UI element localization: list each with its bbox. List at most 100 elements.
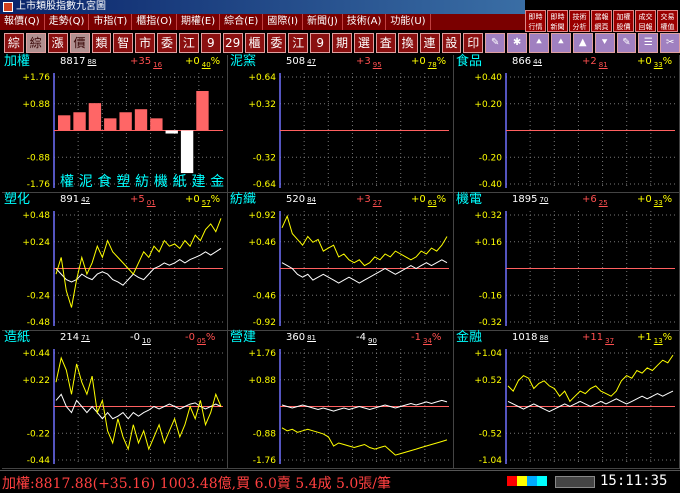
y-tick-label: +0.88 (22, 100, 50, 110)
menu-bar: 報價(Q) 走勢(Q) 市指(T) 櫃指(O) 期權(E) 綜合(E) 國際(I) 新聞(J)… (0, 14, 525, 30)
menu-item-2[interactable]: 市指(T) (89, 14, 133, 30)
toolbar-button-15[interactable]: 期 (332, 33, 352, 53)
toolbar-button-22[interactable]: ✎ (485, 33, 506, 53)
quick-button-5[interactable]: 成交回報 (635, 10, 656, 32)
toolbar-button-13[interactable]: 江 (288, 33, 309, 53)
menu-item-3[interactable]: 櫃指(O) (132, 14, 177, 30)
value-dec: 42 (81, 196, 91, 204)
quick-button-2[interactable]: 技術分析 (569, 10, 590, 32)
panel-name: 造紙 (4, 330, 31, 345)
pct-dec: 34 (422, 337, 432, 345)
series-white-line (281, 399, 448, 412)
toolbar-button-11[interactable]: 櫃 (244, 33, 265, 53)
panel-8[interactable]: 金融 1018 88 +11 37 +1 13% +1.04 +0.52 -0.52 -1.04 (454, 331, 680, 469)
change-dec: 81 (598, 61, 608, 69)
menu-item-7[interactable]: 新聞(J) (303, 14, 343, 30)
menu-item-4[interactable]: 期權(E) (177, 14, 221, 30)
toolbar-button-29[interactable]: ☰ (638, 33, 659, 53)
panel-chart: +1.04 +0.52 -0.52 -1.04 (474, 349, 675, 466)
toolbar-button-20[interactable]: 設 (441, 33, 462, 53)
series-white-line (507, 390, 674, 413)
value-int: 520 (286, 194, 306, 205)
panel-7[interactable]: 營建 360 81 -4 90 -1 34% +1.76 +0.88 -0.88 -1.76 (228, 331, 454, 469)
toolbar-button-2[interactable]: 漲 (47, 33, 68, 53)
value-int: 508 (286, 56, 306, 67)
value-dec: 88 (539, 334, 549, 342)
value-int: 891 (60, 194, 80, 205)
panel-value: 360 81 (286, 331, 316, 345)
menu-item-1[interactable]: 走勢(Q) (45, 14, 90, 30)
menu-item-8[interactable]: 技術(A) (343, 14, 387, 30)
toolbar-button-6[interactable]: 市 (135, 33, 156, 53)
status-bar: 加權:8817.88(+35.16) 1003.48億,買 6.0賣 5.4成 … (0, 470, 680, 493)
pct-sign: % (210, 56, 221, 67)
menu-item-9[interactable]: 功能(U) (386, 14, 431, 30)
toolbar-button-25[interactable]: ⯅ (550, 33, 571, 53)
toolbar-button-0[interactable]: 綜 (4, 33, 24, 53)
panel-value: 1895 70 (512, 193, 548, 207)
quick-button-3[interactable]: 當報網頁 (591, 10, 612, 32)
chart-grid: 加權 8817 88 +35 16 +0 40% +1.76 +0.88 -0.88 -1.76 權泥… (2, 55, 680, 470)
y-tick-label: -0.52 (479, 429, 502, 439)
quick-button-0[interactable]: 即時行情 (525, 10, 546, 32)
toolbar-button-19[interactable]: 連 (419, 33, 440, 53)
bar-label-7: 建 (191, 174, 205, 190)
quick-button-group: 即時行情 即時新聞 技術分析 當報網頁 加權股價 成交回報 交易權值 (525, 10, 680, 32)
panel-name: 營建 (230, 330, 257, 345)
toolbar-button-27[interactable]: ⯆ (594, 33, 615, 53)
toolbar-button-8[interactable]: 江 (179, 33, 199, 53)
pct-int: +0 (637, 56, 652, 67)
change-dec: 27 (372, 199, 382, 207)
y-tick-label: +0.46 (248, 238, 276, 248)
menu-item-6[interactable]: 國際(I) (263, 14, 303, 30)
y-tick-label: +0.24 (22, 238, 50, 248)
toolbar-button-14[interactable]: 9 (310, 33, 331, 53)
menu-item-5[interactable]: 綜合(E) (220, 14, 264, 30)
y-tick-label: +0.88 (248, 376, 276, 386)
toolbar-button-1[interactable]: 綜 (25, 33, 46, 53)
value-dec: 71 (81, 334, 91, 342)
panel-0[interactable]: 加權 8817 88 +35 16 +0 40% +1.76 +0.88 -0.88 -1.76 權泥… (2, 55, 228, 193)
toolbar-button-7[interactable]: 委 (157, 33, 177, 53)
bar-label-5: 機 (154, 174, 168, 190)
panel-5[interactable]: 機電 1895 70 +6 25 +0 33% +0.32 +0.16 -0.16 -0.32 (454, 193, 680, 331)
toolbar-button-16[interactable]: 選 (354, 33, 374, 53)
title-bar: 上市類股指數九宮圖 (0, 0, 525, 14)
pct-dec: 40 (201, 61, 211, 69)
toolbar-button-9[interactable]: 9 (200, 33, 221, 53)
change-dec: 95 (372, 61, 382, 69)
change-int: +2 (582, 56, 597, 67)
panel-4[interactable]: 紡織 520 84 +3 27 +0 63% +0.92 +0.46 -0.46 -0.92 (228, 193, 454, 331)
toolbar-button-24[interactable]: ⯅ (529, 33, 549, 53)
toolbar-button-10[interactable]: 29 (222, 33, 243, 53)
pct-sign: % (436, 56, 447, 67)
y-tick-label: +1.76 (248, 349, 276, 359)
toolbar-button-26[interactable]: ▲ (572, 33, 593, 53)
panel-value: 508 47 (286, 55, 316, 69)
panel-3[interactable]: 塑化 891 42 +5 01 +0 57% +0.48 +0.24 -0.24 -0.48 (2, 193, 228, 331)
quick-button-6[interactable]: 交易權值 (657, 10, 678, 32)
change-int: +35 (130, 56, 152, 67)
toolbar-button-18[interactable]: 換 (397, 33, 418, 53)
panel-value: 866 44 (512, 55, 542, 69)
change-int: -0 (130, 332, 140, 343)
series-yellow-line (55, 218, 222, 308)
toolbar-button-30[interactable]: ✂ (660, 33, 680, 53)
quick-button-1[interactable]: 即時新聞 (547, 10, 568, 32)
menu-item-0[interactable]: 報價(Q) (0, 14, 45, 30)
toolbar-button-28[interactable]: ✎ (616, 33, 637, 53)
toolbar-button-4[interactable]: 類 (91, 33, 112, 53)
panel-6[interactable]: 造紙 214 71 -0 10 -0 05% +0.44 +0.22 -0.22 -0.44 (2, 331, 228, 469)
toolbar-button-12[interactable]: 委 (266, 33, 287, 53)
panel-header: 塑化 891 42 +5 01 +0 57% (2, 193, 227, 208)
quick-button-4[interactable]: 加權股價 (613, 10, 634, 32)
pct-int: +0 (637, 194, 652, 205)
toolbar-button-23[interactable]: ✱ (507, 33, 527, 53)
toolbar-button-5[interactable]: 智 (113, 33, 134, 53)
toolbar-button-21[interactable]: 印 (463, 33, 484, 53)
panel-name: 泥窯 (230, 54, 257, 69)
toolbar-button-3[interactable]: 價 (69, 33, 90, 53)
panel-2[interactable]: 食品 866 44 +2 81 +0 33% +0.40 +0.20 -0.20 -0.40 (454, 55, 680, 193)
toolbar-button-17[interactable]: 査 (375, 33, 396, 53)
panel-1[interactable]: 泥窯 508 47 +3 95 +0 78% +0.64 +0.32 -0.32 -0.64 (228, 55, 454, 193)
